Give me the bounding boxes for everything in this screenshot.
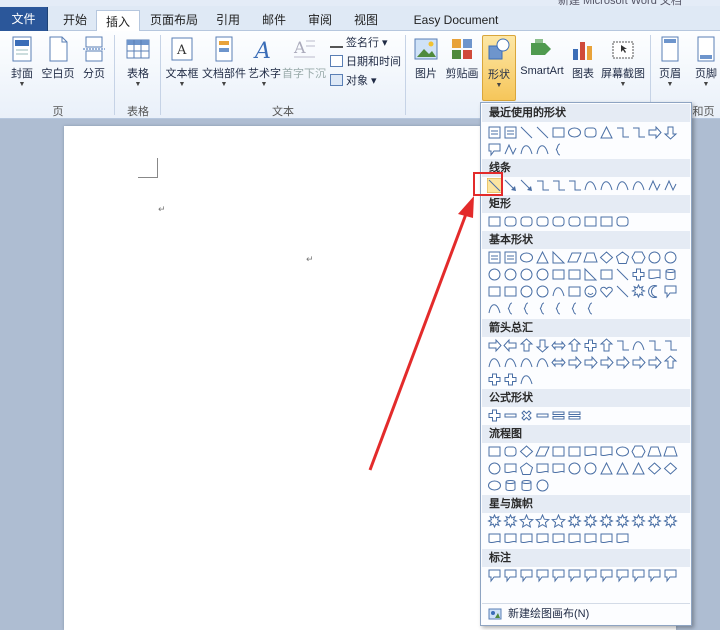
arrow-shaft: [368, 213, 468, 471]
annotation-arrow: [368, 196, 474, 471]
arrow-head: [458, 196, 474, 218]
